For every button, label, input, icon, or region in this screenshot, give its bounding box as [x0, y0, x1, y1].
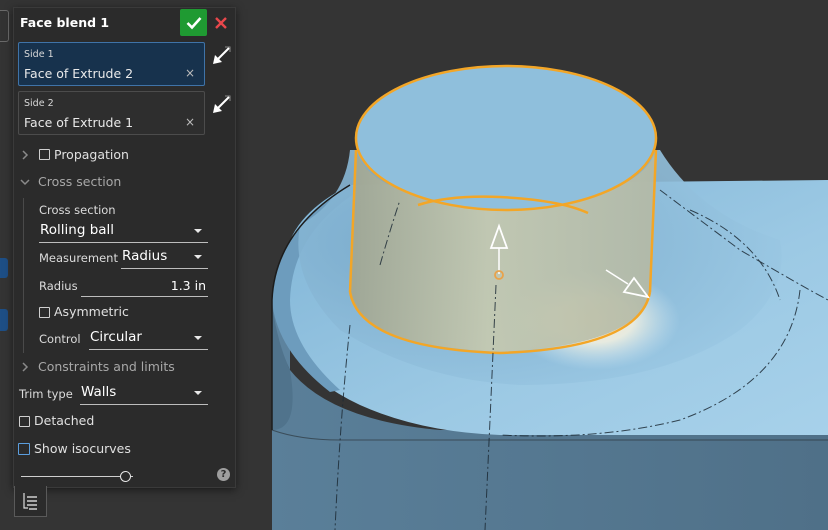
cross-section-header[interactable]: Cross section — [38, 174, 121, 189]
toolbar-edge-top[interactable] — [0, 10, 9, 42]
check-icon — [186, 16, 201, 29]
control-value: Circular — [90, 329, 142, 345]
caret-down-icon — [194, 336, 202, 340]
side2-label: Side 2 — [24, 98, 54, 109]
show-isocurves-label: Show isocurves — [34, 441, 131, 456]
selection-arrow-icon[interactable] — [211, 46, 231, 66]
propagation-label: Propagation — [54, 147, 129, 162]
radius-input[interactable]: 1.3 in — [81, 276, 208, 297]
caret-down-icon — [194, 391, 202, 395]
constraints-header[interactable]: Constraints and limits — [38, 359, 175, 374]
control-dropdown[interactable]: Circular — [89, 327, 208, 350]
cross-section-dropdown[interactable]: Rolling ball — [39, 220, 208, 243]
trim-type-label: Trim type — [19, 387, 73, 401]
side1-value: Face of Extrude 2 — [24, 66, 134, 81]
section-indent-line — [23, 198, 24, 353]
toolbar-edge-mid[interactable] — [0, 258, 8, 278]
graphics-viewport[interactable]: Face blend 1 Side 1 Face of Extrude 2 × … — [0, 0, 828, 530]
radius-value: 1.3 in — [170, 278, 206, 293]
isocurve-density-slider-thumb[interactable] — [120, 471, 132, 482]
control-label: Control — [39, 332, 81, 346]
show-isocurves-checkbox[interactable] — [18, 443, 30, 455]
cross-section-value: Rolling ball — [40, 222, 115, 238]
detached-checkbox[interactable] — [19, 416, 30, 427]
trim-type-value: Walls — [81, 384, 117, 400]
accept-button[interactable] — [180, 9, 207, 36]
radius-label: Radius — [39, 279, 78, 293]
measurement-dropdown[interactable]: Radius — [121, 246, 208, 269]
caret-down-icon — [194, 255, 202, 259]
toolbar-edge-low[interactable] — [0, 309, 8, 331]
side2-clear-icon[interactable]: × — [185, 115, 195, 129]
feature-list-icon — [23, 493, 37, 510]
asymmetric-label: Asymmetric — [54, 304, 129, 319]
selection-arrow-icon[interactable] — [211, 95, 231, 115]
cancel-button[interactable] — [211, 11, 231, 35]
side1-selection-field[interactable]: Side 1 Face of Extrude 2 × — [18, 42, 205, 86]
isocurve-density-slider-track[interactable] — [21, 476, 133, 477]
detached-label: Detached — [34, 413, 95, 428]
help-circle-icon[interactable]: ? — [217, 468, 230, 481]
feature-list-button[interactable] — [14, 486, 47, 517]
side2-selection-field[interactable]: Side 2 Face of Extrude 1 × — [18, 91, 205, 135]
cross-section-label: Cross section — [39, 203, 116, 217]
asymmetric-checkbox[interactable] — [39, 307, 50, 318]
side2-value: Face of Extrude 1 — [24, 115, 134, 130]
side1-clear-icon[interactable]: × — [185, 66, 195, 80]
trim-type-dropdown[interactable]: Walls — [80, 382, 208, 405]
chevron-down-icon[interactable] — [20, 177, 30, 187]
chevron-right-icon[interactable] — [20, 362, 30, 372]
measurement-value: Radius — [122, 248, 168, 264]
caret-down-icon — [194, 229, 202, 233]
face-blend-dialog: Face blend 1 Side 1 Face of Extrude 2 × … — [13, 7, 236, 488]
side1-label: Side 1 — [24, 49, 54, 60]
propagation-checkbox[interactable] — [39, 149, 50, 160]
dialog-title: Face blend 1 — [20, 15, 110, 30]
measurement-label: Measurement — [39, 251, 118, 265]
chevron-right-icon[interactable] — [20, 150, 30, 160]
close-icon — [215, 17, 227, 29]
